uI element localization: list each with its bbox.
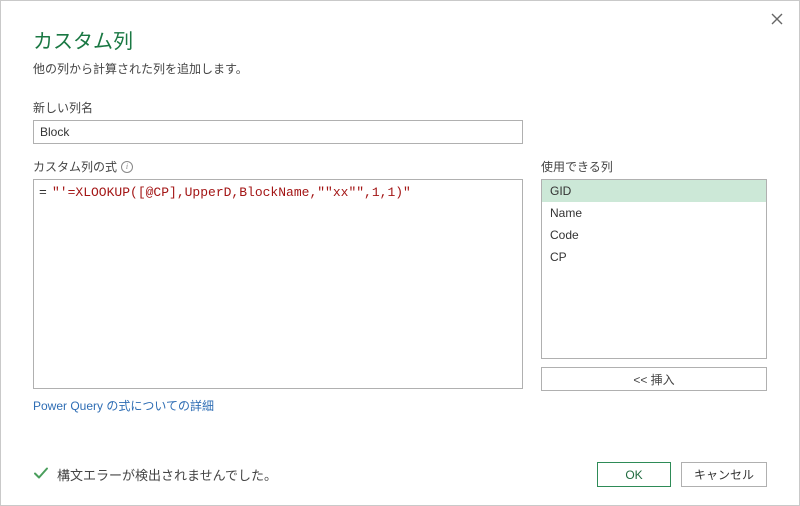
- column-item[interactable]: Name: [542, 202, 766, 224]
- formula-label-text: カスタム列の式: [33, 158, 117, 175]
- dialog-buttons: OK キャンセル: [597, 462, 767, 487]
- status-text: 構文エラーが検出されませんでした。: [57, 465, 277, 484]
- check-icon: [33, 465, 49, 484]
- ok-button[interactable]: OK: [597, 462, 671, 487]
- info-icon[interactable]: i: [121, 161, 133, 173]
- new-column-name-label: 新しい列名: [33, 99, 767, 116]
- available-columns-label: 使用できる列: [541, 158, 767, 175]
- dialog-content: カスタム列 他の列から計算された列を追加します。 新しい列名 カスタム列の式 i…: [1, 1, 799, 430]
- close-icon: [771, 13, 783, 25]
- new-column-name-input[interactable]: [33, 120, 523, 144]
- syntax-status: 構文エラーが検出されませんでした。: [33, 465, 277, 484]
- column-item[interactable]: Code: [542, 224, 766, 246]
- custom-column-dialog: カスタム列 他の列から計算された列を追加します。 新しい列名 カスタム列の式 i…: [0, 0, 800, 506]
- formula-editor[interactable]: = "'=XLOOKUP([@CP],UpperD,BlockName,""xx…: [33, 179, 523, 389]
- close-button[interactable]: [767, 9, 787, 29]
- dialog-subtitle: 他の列から計算された列を追加します。: [33, 60, 767, 77]
- insert-button[interactable]: << 挿入: [541, 367, 767, 391]
- dialog-footer: 構文エラーが検出されませんでした。 OK キャンセル: [33, 462, 767, 487]
- formula-body[interactable]: "'=XLOOKUP([@CP],UpperD,BlockName,""xx""…: [52, 180, 522, 388]
- formula-label: カスタム列の式 i: [33, 158, 523, 175]
- dialog-title: カスタム列: [33, 25, 767, 54]
- formula-prefix: =: [34, 180, 52, 388]
- available-columns-list[interactable]: GIDNameCodeCP: [541, 179, 767, 359]
- column-item[interactable]: CP: [542, 246, 766, 268]
- cancel-button[interactable]: キャンセル: [681, 462, 767, 487]
- help-link[interactable]: Power Query の式についての詳細: [33, 397, 214, 414]
- column-item[interactable]: GID: [542, 180, 766, 202]
